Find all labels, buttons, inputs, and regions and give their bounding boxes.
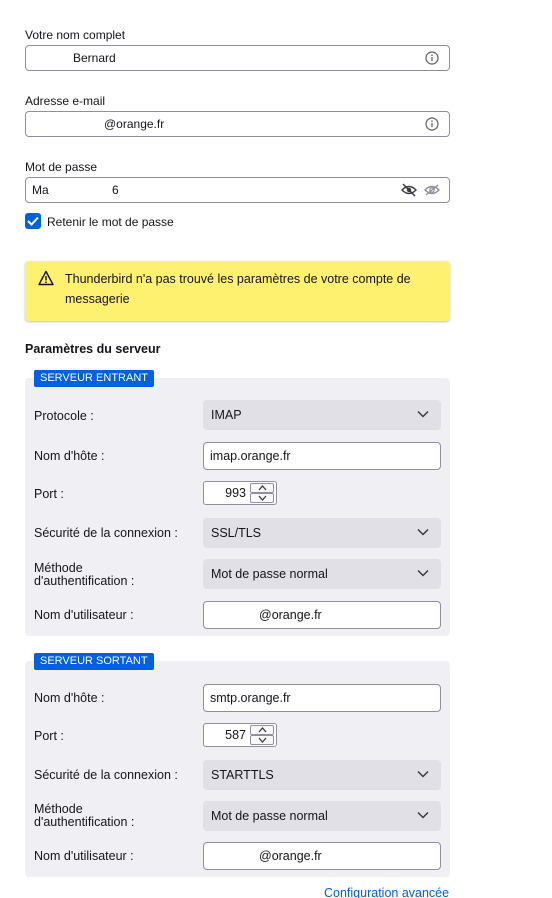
protocol-value: IMAP <box>211 408 242 422</box>
outgoing-auth-value: Mot de passe normal <box>211 809 328 823</box>
incoming-auth-label-line2: d'authentification : <box>34 574 135 588</box>
warning-icon <box>38 270 54 286</box>
info-icon[interactable] <box>425 51 439 65</box>
name-label: Votre nom complet <box>25 28 126 42</box>
incoming-auth-label: Méthode d'authentification : <box>34 562 134 588</box>
password-value: Ma 6 <box>32 183 119 197</box>
outgoing-hostname-input[interactable]: smtp.orange.fr <box>203 684 441 712</box>
outgoing-auth-label: Méthode d'authentification : <box>34 803 134 829</box>
warning-banner: Thunderbird n'a pas trouvé les paramètre… <box>25 261 450 321</box>
warning-text: Thunderbird n'a pas trouvé les paramètre… <box>65 272 411 306</box>
incoming-hostname-input[interactable]: imap.orange.fr <box>203 442 441 470</box>
incoming-auth-select[interactable]: Mot de passe normal <box>203 559 441 589</box>
outgoing-auth-label-line2: d'authentification : <box>34 815 135 829</box>
remember-label[interactable]: Retenir le mot de passe <box>47 215 174 229</box>
outgoing-auth-select[interactable]: Mot de passe normal <box>203 801 441 831</box>
eye-slash-icon[interactable] <box>401 183 417 197</box>
arrow-down-icon <box>258 737 267 743</box>
password-field[interactable]: Ma 6 <box>25 177 450 203</box>
incoming-port-label: Port : <box>34 487 64 501</box>
outgoing-hostname-label: Nom d'hôte : <box>34 691 105 705</box>
incoming-port-input[interactable]: 993 <box>203 481 277 505</box>
incoming-username-label: Nom d'utilisateur : <box>34 608 134 622</box>
chevron-down-icon <box>417 770 429 778</box>
name-field[interactable]: Bernard <box>25 45 450 71</box>
incoming-username-input[interactable]: @orange.fr <box>203 601 441 629</box>
info-icon[interactable] <box>425 117 439 131</box>
port-increment-button[interactable] <box>250 483 274 493</box>
name-value: Bernard <box>73 51 116 65</box>
checkmark-icon <box>27 216 39 226</box>
port-increment-button[interactable] <box>250 725 274 735</box>
outgoing-username-input[interactable]: @orange.fr <box>203 842 441 870</box>
port-decrement-button[interactable] <box>250 735 274 745</box>
outgoing-port-value: 587 <box>225 728 246 742</box>
incoming-auth-value: Mot de passe normal <box>211 567 328 581</box>
advanced-config-link[interactable]: Configuration avancée <box>324 886 449 898</box>
outgoing-port-label: Port : <box>34 729 64 743</box>
incoming-badge: SERVEUR ENTRANT <box>34 370 154 387</box>
outgoing-security-select[interactable]: STARTTLS <box>203 760 441 790</box>
chevron-down-icon <box>417 410 429 418</box>
outgoing-security-label: Sécurité de la connexion : <box>34 768 178 782</box>
password-label: Mot de passe <box>25 160 98 174</box>
protocol-select[interactable]: IMAP <box>203 400 441 430</box>
arrow-up-icon <box>258 485 267 491</box>
chevron-down-icon <box>417 569 429 577</box>
chevron-down-icon <box>417 811 429 819</box>
eye-icon[interactable] <box>424 183 440 197</box>
outgoing-badge: SERVEUR SORTANT <box>34 653 154 670</box>
incoming-security-label: Sécurité de la connexion : <box>34 526 178 540</box>
incoming-security-select[interactable]: SSL/TLS <box>203 518 441 548</box>
arrow-up-icon <box>258 727 267 733</box>
email-field[interactable]: @orange.fr <box>25 111 450 137</box>
incoming-hostname-label: Nom d'hôte : <box>34 449 105 463</box>
chevron-down-icon <box>417 528 429 536</box>
incoming-security-value: SSL/TLS <box>211 526 262 540</box>
outgoing-security-value: STARTTLS <box>211 768 274 782</box>
section-title: Paramètres du serveur <box>25 342 161 356</box>
arrow-down-icon <box>258 495 267 501</box>
email-value: @orange.fr <box>104 117 165 131</box>
remember-checkbox[interactable] <box>25 213 41 229</box>
incoming-port-value: 993 <box>225 486 246 500</box>
protocol-label: Protocole : <box>34 409 94 423</box>
outgoing-port-input[interactable]: 587 <box>203 723 277 747</box>
email-label: Adresse e-mail <box>25 94 106 108</box>
outgoing-username-label: Nom d'utilisateur : <box>34 849 134 863</box>
port-decrement-button[interactable] <box>250 493 274 503</box>
